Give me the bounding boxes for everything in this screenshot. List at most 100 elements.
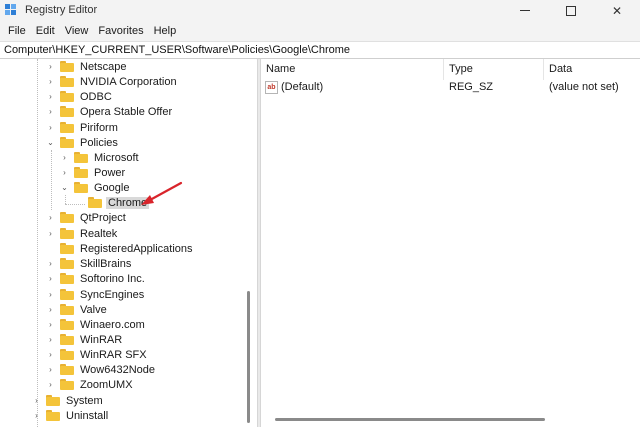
folder-icon (60, 106, 74, 117)
expand-arrow-icon[interactable]: › (60, 150, 69, 165)
expand-arrow-icon[interactable]: › (46, 74, 55, 89)
value-data: (value not set) (549, 81, 619, 93)
tree-node[interactable]: › NVIDIA Corporation (46, 74, 179, 89)
expand-arrow-icon[interactable]: › (46, 210, 55, 225)
folder-icon (74, 167, 88, 178)
expand-arrow-icon[interactable]: › (46, 120, 55, 135)
expand-arrow-icon[interactable]: › (46, 89, 55, 104)
tree-node-label: Power (94, 166, 126, 179)
expand-arrow-icon[interactable]: › (60, 165, 69, 180)
address-bar[interactable]: Computer\HKEY_CURRENT_USER\Software\Poli… (0, 41, 640, 59)
expand-arrow-icon[interactable]: › (46, 104, 55, 119)
menu-file[interactable]: File (3, 25, 31, 37)
column-header-type[interactable]: Type (444, 59, 544, 80)
tree-node-label: NVIDIA Corporation (80, 75, 177, 88)
tree-scrollbar-thumb[interactable] (247, 291, 250, 423)
tree-guide-line (65, 195, 66, 204)
collapse-arrow-icon[interactable]: ⌄ (46, 135, 55, 150)
tree-node[interactable]: › Winaero.com (46, 317, 147, 332)
tree-node[interactable]: › Opera Stable Offer (46, 104, 174, 119)
column-header-data[interactable]: Data (544, 59, 640, 80)
value-name: (Default) (281, 81, 324, 93)
folder-icon (60, 76, 74, 87)
expand-arrow-icon[interactable]: › (46, 362, 55, 377)
expand-arrow-icon[interactable]: › (46, 287, 55, 302)
folder-icon (60, 91, 74, 102)
tree-node-label: Uninstall (66, 409, 109, 422)
expand-arrow-icon[interactable]: › (32, 393, 41, 408)
expand-arrow-icon[interactable]: › (46, 271, 55, 286)
expand-arrow-icon[interactable]: › (32, 408, 41, 423)
value-type: REG_SZ (449, 81, 494, 93)
tree-node[interactable]: › Power (60, 165, 127, 180)
tree-node-label: Wow6432Node (80, 363, 156, 376)
folder-icon (60, 258, 74, 269)
tree-guide-line (51, 150, 52, 210)
tree-node[interactable]: › Valve (46, 302, 109, 317)
menu-view[interactable]: View (60, 25, 94, 37)
tree-node-policies[interactable]: ⌄ Policies (46, 135, 120, 150)
tree-node[interactable]: › WinRAR (46, 332, 124, 347)
tree-guide-line (37, 59, 38, 427)
tree-node[interactable]: › Microsoft (60, 150, 141, 165)
expand-arrow-icon[interactable]: › (46, 332, 55, 347)
tree-node[interactable]: › Realtek (46, 226, 119, 241)
title-bar: Registry Editor ✕ (0, 0, 640, 21)
tree-node-label: QtProject (80, 211, 126, 224)
tree-node[interactable]: › Piriform (46, 120, 120, 135)
tree-node[interactable]: › Wow6432Node (46, 362, 157, 377)
tree-node-google[interactable]: ⌄ Google (60, 180, 131, 195)
folder-icon (60, 243, 74, 254)
tree-node[interactable]: › ODBC (46, 89, 114, 104)
tree-node[interactable]: › Uninstall (32, 408, 110, 423)
maximize-button[interactable] (548, 0, 594, 21)
tree-node-label: ODBC (80, 90, 112, 103)
tree-node[interactable]: › SyncEngines (46, 287, 146, 302)
folder-icon (60, 228, 74, 239)
tree-node[interactable]: › System (32, 393, 105, 408)
folder-icon (60, 289, 74, 300)
tree-node[interactable]: › Softorino Inc. (46, 271, 147, 286)
close-button[interactable]: ✕ (594, 0, 640, 21)
tree-node-label: RegisteredApplications (80, 242, 193, 255)
tree-node[interactable]: RegisteredApplications (46, 241, 195, 256)
minimize-button[interactable] (502, 0, 548, 21)
expand-arrow-icon[interactable]: › (46, 226, 55, 241)
tree-node[interactable]: › Netscape (46, 59, 128, 74)
expand-arrow-icon[interactable]: › (46, 347, 55, 362)
tree-node-chrome[interactable]: Chrome (74, 195, 150, 210)
registry-editor-icon (5, 4, 18, 17)
menu-favorites[interactable]: Favorites (93, 25, 148, 37)
expand-arrow-icon[interactable]: › (46, 59, 55, 74)
expand-arrow-icon[interactable]: › (46, 377, 55, 392)
tree-scrollbar[interactable] (243, 59, 256, 427)
tree-node-label: Realtek (80, 227, 118, 240)
expand-arrow-icon[interactable]: › (46, 302, 55, 317)
tree-node[interactable]: › SkillBrains (46, 256, 133, 271)
tree-node-spacer (74, 195, 83, 210)
folder-icon (74, 182, 88, 193)
folder-icon (60, 273, 74, 284)
folder-icon (60, 137, 74, 148)
menu-help[interactable]: Help (149, 25, 182, 37)
folder-icon (60, 212, 74, 223)
column-header-name[interactable]: Name (261, 59, 444, 80)
values-horizontal-scrollbar[interactable] (275, 418, 545, 421)
collapse-arrow-icon[interactable]: ⌄ (60, 180, 69, 195)
folder-icon (60, 334, 74, 345)
tree-node[interactable]: › WinRAR SFX (46, 347, 149, 362)
tree-node-spacer (46, 241, 55, 256)
expand-arrow-icon[interactable]: › (46, 256, 55, 271)
folder-icon (60, 379, 74, 390)
folder-open-icon (88, 197, 102, 208)
folder-icon (60, 61, 74, 72)
expand-arrow-icon[interactable]: › (46, 317, 55, 332)
tree-node-label: SkillBrains (80, 257, 132, 270)
menu-edit[interactable]: Edit (31, 25, 60, 37)
tree-node[interactable]: › ZoomUMX (46, 377, 135, 392)
window-title: Registry Editor (25, 4, 98, 16)
value-row[interactable]: ab (Default) REG_SZ (value not set) (261, 80, 640, 96)
folder-icon (60, 304, 74, 315)
tree-node[interactable]: › QtProject (46, 210, 128, 225)
tree-node-label: Piriform (80, 121, 118, 134)
